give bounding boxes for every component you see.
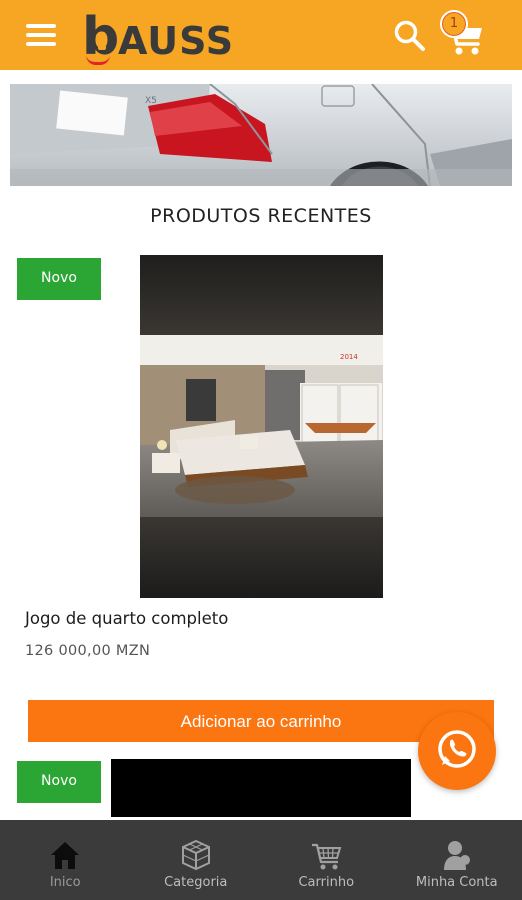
brand-logo[interactable]: b AUSS bbox=[82, 9, 235, 65]
logo-mark: b bbox=[82, 11, 119, 65]
top-app-bar: b AUSS 1 bbox=[0, 0, 522, 70]
product-image[interactable]: 2014 bbox=[140, 255, 383, 598]
home-icon bbox=[51, 842, 80, 869]
hero-banner-image[interactable]: X5 bbox=[10, 84, 512, 186]
product-price: 126 000,00 MZN bbox=[25, 643, 151, 659]
user-icon bbox=[443, 841, 470, 870]
bedroom-furniture-image: 2014 bbox=[140, 255, 383, 598]
cart-button[interactable]: 1 bbox=[440, 10, 486, 58]
whatsapp-icon bbox=[438, 730, 476, 768]
cart-count-badge: 1 bbox=[440, 10, 468, 38]
logo-dot bbox=[98, 42, 106, 50]
nav-label: Carrinho bbox=[298, 875, 355, 890]
product-name[interactable]: Jogo de quarto completo bbox=[25, 609, 228, 628]
nav-label: Categoria bbox=[164, 875, 228, 890]
search-button[interactable] bbox=[392, 18, 428, 54]
cart-icon bbox=[312, 843, 342, 870]
banner-car-image: X5 bbox=[10, 84, 512, 186]
cube-icon bbox=[181, 839, 210, 871]
product-image[interactable] bbox=[111, 759, 411, 817]
hamburger-icon-line bbox=[26, 24, 56, 28]
nav-item-cart[interactable]: Carrinho bbox=[261, 820, 392, 900]
new-badge: Novo bbox=[17, 761, 101, 803]
whatsapp-button[interactable] bbox=[418, 712, 496, 790]
section-title: PRODUTOS RECENTES bbox=[150, 205, 372, 227]
search-icon bbox=[394, 20, 425, 51]
nav-label: Inico bbox=[49, 875, 81, 890]
svg-text:X5: X5 bbox=[145, 96, 157, 106]
nav-item-category[interactable]: Categoria bbox=[131, 820, 262, 900]
hamburger-icon-line bbox=[26, 33, 56, 37]
nav-item-home[interactable]: Inico bbox=[0, 820, 131, 900]
new-badge: Novo bbox=[17, 258, 101, 300]
menu-button[interactable] bbox=[22, 20, 62, 50]
nav-item-account[interactable]: Minha Conta bbox=[392, 820, 522, 900]
nav-label: Minha Conta bbox=[415, 875, 498, 890]
app-screen: b AUSS 1 X5 PRODUTOS RECENTES Novo 2014 … bbox=[0, 0, 522, 900]
svg-text:2014: 2014 bbox=[340, 353, 358, 361]
bottom-navigation: Inico Categoria Carrinho Minha Conta bbox=[0, 820, 522, 900]
logo-text: AUSS bbox=[118, 19, 235, 63]
hamburger-icon-line bbox=[26, 42, 56, 46]
